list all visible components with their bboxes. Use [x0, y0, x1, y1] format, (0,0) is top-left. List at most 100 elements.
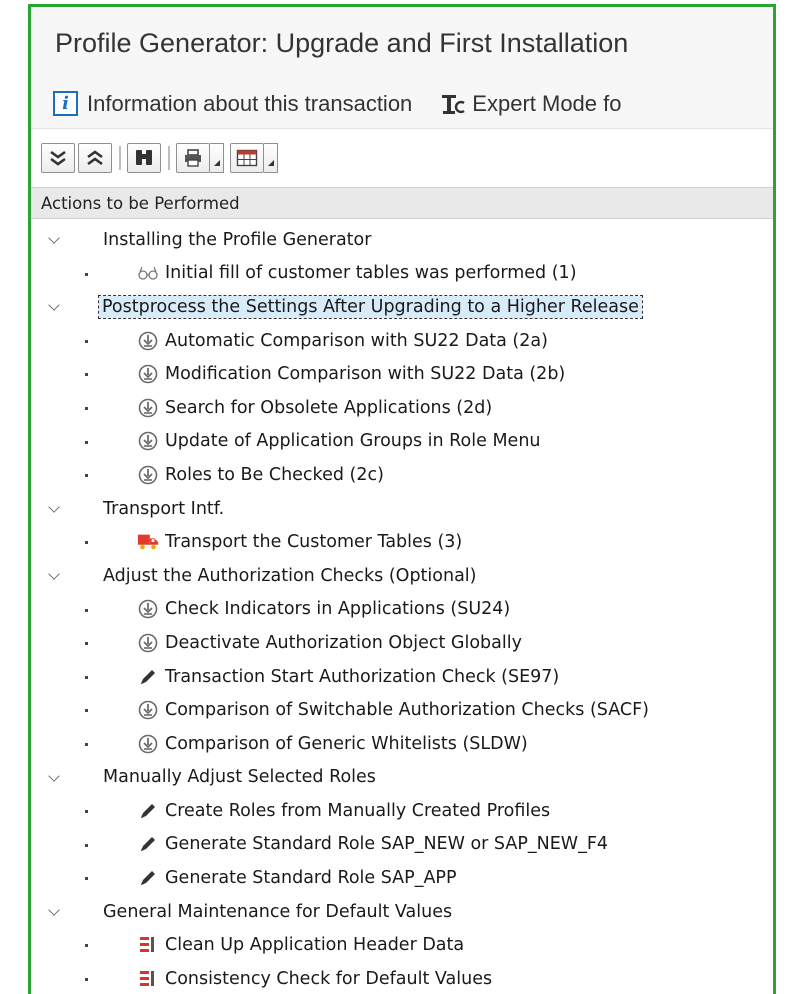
tree-item-label: Generate Standard Role SAP_NEW or SAP_NE… [165, 834, 609, 855]
tree-item[interactable]: Comparison of Generic Whitelists (SLDW) [31, 727, 773, 761]
tree-folder[interactable]: General Maintenance for Default Values [31, 895, 773, 929]
tree-item[interactable]: Generate Standard Role SAP_APP [31, 861, 773, 895]
tree-item[interactable]: Clean Up Application Header Data [31, 928, 773, 962]
chevron-down-icon[interactable] [48, 232, 60, 244]
bullet-icon [85, 877, 88, 881]
execute-icon [137, 733, 159, 755]
bullet-icon [85, 978, 88, 982]
tree-item[interactable]: Transport the Customer Tables (3) [31, 525, 773, 559]
bullet-icon [85, 709, 88, 713]
tree-folder[interactable]: Manually Adjust Selected Roles [31, 761, 773, 795]
tree-item[interactable]: Create Roles from Manually Created Profi… [31, 794, 773, 828]
expert-mode-button[interactable]: Expert Mode fo [440, 91, 621, 117]
bullet-icon [85, 541, 88, 545]
tree-folder-label: Postprocess the Settings After Upgrading… [98, 294, 643, 319]
collapse-all-button[interactable] [78, 143, 112, 173]
pencil-icon [137, 867, 159, 889]
bullet-icon [85, 843, 88, 847]
bullet-icon [85, 406, 88, 410]
tree-item-label: Check Indicators in Applications (SU24) [165, 599, 511, 620]
tree-item[interactable]: Initial fill of customer tables was perf… [31, 257, 773, 291]
layout-icon [236, 149, 258, 167]
tree-item-label: Initial fill of customer tables was perf… [165, 263, 577, 284]
execute-icon [137, 598, 159, 620]
tree-item[interactable]: Deactivate Authorization Object Globally [31, 626, 773, 660]
bullet-icon [85, 642, 88, 646]
tree-item[interactable]: Comparison of Switchable Authorization C… [31, 693, 773, 727]
info-icon: i [53, 91, 78, 116]
chevron-down-icon[interactable] [48, 501, 60, 513]
chevron-down-icon[interactable] [48, 299, 60, 311]
tree-item-label: Roles to Be Checked (2c) [165, 464, 384, 485]
info-button[interactable]: i Information about this transaction [53, 91, 412, 117]
tree-item[interactable]: Consistency Check for Default Values [31, 962, 773, 994]
execute-icon [137, 330, 159, 352]
bullet-icon [85, 373, 88, 377]
bullet-icon [85, 272, 88, 276]
tree-folder-label: Installing the Profile Generator [103, 229, 372, 250]
bullet-icon [85, 944, 88, 948]
execute-icon [137, 699, 159, 721]
info-button-label: Information about this transaction [87, 90, 413, 116]
tree-folder-label: General Maintenance for Default Values [103, 901, 453, 922]
pencil-icon [137, 833, 159, 855]
print-button[interactable] [176, 143, 210, 173]
tree-toolbar [31, 129, 773, 187]
execute-icon [137, 363, 159, 385]
bullet-icon [85, 742, 88, 746]
bullet-icon [85, 440, 88, 444]
tree-item-label: Clean Up Application Header Data [165, 935, 465, 956]
tree-item-label: Deactivate Authorization Object Globally [165, 632, 522, 653]
tree-item[interactable]: Generate Standard Role SAP_NEW or SAP_NE… [31, 828, 773, 862]
tree-item-label: Comparison of Switchable Authorization C… [165, 700, 649, 721]
find-button[interactable] [127, 143, 161, 173]
tree-folder[interactable]: Transport Intf. [31, 492, 773, 526]
execute-icon [137, 430, 159, 452]
window-frame: Profile Generator: Upgrade and First Ins… [28, 4, 776, 994]
find-icon [136, 150, 152, 165]
chevron-down-icon[interactable] [48, 904, 60, 916]
column-header: Actions to be Performed [31, 187, 773, 219]
tree-folder-label: Manually Adjust Selected Roles [103, 767, 376, 788]
tree-item[interactable]: Modification Comparison with SU22 Data (… [31, 357, 773, 391]
tree-folder-label: Adjust the Authorization Checks (Optiona… [103, 565, 477, 586]
tree-folder[interactable]: Installing the Profile Generator [31, 223, 773, 257]
action-tree: Installing the Profile Generator Initial … [31, 219, 773, 994]
truck-icon [137, 531, 159, 553]
tree-item[interactable]: Transaction Start Authorization Check (S… [31, 660, 773, 694]
bullet-icon [85, 810, 88, 814]
execute-icon [137, 464, 159, 486]
chevron-down-icon[interactable] [48, 568, 60, 580]
tree-item-label: Automatic Comparison with SU22 Data (2a) [165, 330, 548, 351]
tree-item[interactable]: Check Indicators in Applications (SU24) [31, 593, 773, 627]
tree-item-label: Transport the Customer Tables (3) [165, 532, 463, 553]
tree-item[interactable]: Search for Obsolete Applications (2d) [31, 391, 773, 425]
tree-item-label: Modification Comparison with SU22 Data (… [165, 364, 566, 385]
tree-item-label: Update of Application Groups in Role Men… [165, 431, 541, 452]
layout-dropdown[interactable] [264, 143, 278, 173]
tree-item[interactable]: Roles to Be Checked (2c) [31, 458, 773, 492]
pencil-icon [137, 800, 159, 822]
expand-all-button[interactable] [41, 143, 75, 173]
expand-all-icon [50, 150, 66, 166]
bullet-icon [85, 474, 88, 478]
expert-mode-icon [442, 94, 466, 114]
tree-item[interactable]: Automatic Comparison with SU22 Data (2a) [31, 324, 773, 358]
tree-item[interactable]: Update of Application Groups in Role Men… [31, 425, 773, 459]
tree-item-label: Consistency Check for Default Values [165, 968, 493, 989]
pencil-icon [137, 666, 159, 688]
list-icon [137, 934, 159, 956]
toolbar-separator [168, 146, 170, 170]
tree-folder[interactable]: Postprocess the Settings After Upgrading… [31, 290, 773, 324]
print-dropdown[interactable] [210, 143, 224, 173]
chevron-down-icon[interactable] [48, 769, 60, 782]
layout-button[interactable] [230, 143, 264, 173]
tree-folder[interactable]: Adjust the Authorization Checks (Optiona… [31, 559, 773, 593]
tree-item-label: Comparison of Generic Whitelists (SLDW) [165, 733, 528, 754]
execute-icon [137, 632, 159, 654]
bullet-icon [85, 339, 88, 343]
tree-item-label: Search for Obsolete Applications (2d) [165, 397, 493, 418]
tree-folder-label: Transport Intf. [103, 498, 225, 519]
glasses-icon [137, 262, 159, 284]
toolbar-separator [119, 146, 121, 170]
